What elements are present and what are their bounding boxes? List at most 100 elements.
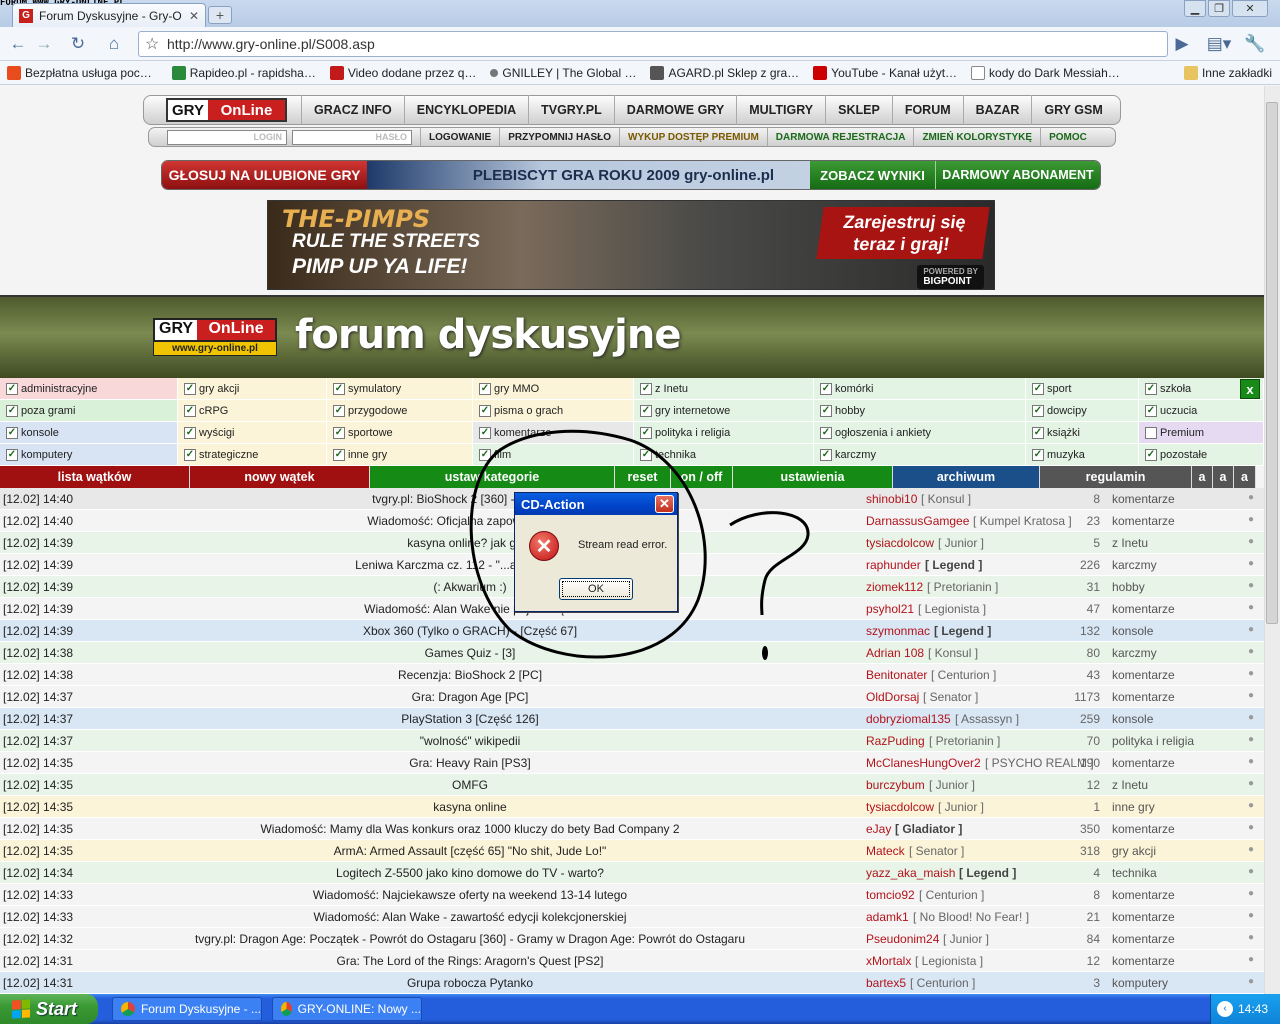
thread-title[interactable]: Wiadomość: Najciekawsze oferty na weeken… [170,888,770,902]
thread-title[interactable]: Grupa robocza Pytanko [170,976,770,990]
category-0-3[interactable]: ✓ gry MMO [473,378,634,400]
forum-toolbar-button-6[interactable]: archiwum [893,466,1040,488]
nav-sklep[interactable]: SKLEP [825,95,892,125]
forum-toolbar-button-0[interactable]: lista wątków [0,466,190,488]
thread-row[interactable]: [12.02] 14:35 Gra: Heavy Rain [PS3] McClan… [0,752,1264,774]
category-checkbox[interactable]: ✓ [333,382,345,395]
thread-title[interactable]: Wiadomość: Mamy dla Was konkurs oraz 100… [170,822,770,836]
thread-author[interactable]: Adrian 108 [866,646,924,660]
new-tab-button[interactable]: + [208,6,232,24]
thread-category[interactable]: konsole [1112,712,1153,726]
nav-tvgry[interactable]: TVGRY.PL [528,95,614,125]
thread-row[interactable]: [12.02] 14:33 Wiadomość: Najciekawsze ofe… [0,884,1264,906]
category-checkbox[interactable]: ✓ [184,448,196,461]
category-checkbox[interactable]: ✓ [6,404,18,417]
thread-category[interactable]: technika [1112,866,1157,880]
thread-category[interactable]: komentarze [1112,910,1175,924]
category-checkbox[interactable]: ✓ [6,426,18,439]
category-checkbox[interactable]: ✓ [820,404,832,417]
forum-toolbar-button-7[interactable]: regulamin [1040,466,1192,488]
forum-toolbar-button-9[interactable]: a [1213,466,1234,488]
category-1-4[interactable]: ✓ gry internetowe [634,400,814,422]
dialog-titlebar[interactable]: CD-Action ✕ [515,493,677,515]
thread-category[interactable]: komentarze [1112,954,1175,968]
category-1-2[interactable]: ✓ przygodowe [327,400,473,422]
thread-category[interactable]: z Inetu [1112,778,1148,792]
category-3-1[interactable]: ✓ strategiczne [178,444,327,466]
thread-category[interactable]: karczmy [1112,558,1157,572]
start-button[interactable]: Start [0,994,98,1024]
bookmark-item[interactable]: kody do Dark Messiah… [971,65,1120,80]
forum-toolbar-button-1[interactable]: nowy wątek [190,466,370,488]
category-1-3[interactable]: ✓ pisma o grach [473,400,634,422]
nav-forum[interactable]: FORUM [891,95,963,125]
thread-author[interactable]: Benitonater [866,668,927,682]
thread-category[interactable]: gry akcji [1112,844,1156,858]
thread-category[interactable]: komentarze [1112,690,1175,704]
category-checkbox[interactable]: ✓ [479,382,491,395]
thread-category[interactable]: komputery [1112,976,1168,990]
nav-gry-gsm[interactable]: GRY GSM [1031,95,1114,125]
thread-category[interactable]: z Inetu [1112,536,1148,550]
category-1-1[interactable]: ✓ cRPG [178,400,327,422]
free-subscription-button[interactable]: DARMOWY ABONAMENT [936,161,1100,189]
thread-author[interactable]: tysiacdolcow [866,800,934,814]
password-input[interactable]: HASŁO [292,129,412,145]
thread-row[interactable]: [12.02] 14:37 "wolność" wikipedii RazPudin… [0,730,1264,752]
thread-author[interactable]: yazz_aka_maish [866,866,955,880]
see-results-button[interactable]: ZOBACZ WYNIKI [810,161,936,189]
nav-gracz-info[interactable]: GRACZ INFO [301,95,404,125]
category-2-5[interactable]: ✓ ogłoszenia i ankiety [814,422,1026,444]
thread-category[interactable]: karczmy [1112,646,1157,660]
forum-toolbar-button-8[interactable]: a [1192,466,1213,488]
minimize-button[interactable]: ▁ [1184,0,1206,17]
thread-author[interactable]: tomcio92 [866,888,915,902]
scrollbar-thumb[interactable] [1266,102,1278,624]
category-checkbox[interactable]: ✓ [1032,382,1044,395]
thread-category[interactable]: konsole [1112,624,1153,638]
category-1-0[interactable]: ✓ poza grami [0,400,178,422]
category-3-5[interactable]: ✓ karczmy [814,444,1026,466]
thread-row[interactable]: [12.02] 14:34 Logitech Z-5500 jako kino d… [0,862,1264,884]
thread-title[interactable]: OMFG [170,778,770,792]
other-bookmarks[interactable]: Inne zakładki [1183,65,1272,80]
thread-row[interactable]: [12.02] 14:31 Grupa robocza Pytanko bartex… [0,972,1264,994]
category-2-0[interactable]: ✓ konsole [0,422,178,444]
browser-tab-active[interactable]: G Forum Dyskusyjne - Gry-O… ✕ [12,3,206,27]
category-2-1[interactable]: ✓ wyścigi [178,422,327,444]
category-1-6[interactable]: ✓ dowcipy [1026,400,1139,422]
category-3-6[interactable]: ✓ muzyka [1026,444,1139,466]
thread-category[interactable]: hobby [1112,580,1145,594]
thread-author[interactable]: eJay [866,822,891,836]
nav-encyklopedia[interactable]: ENCYKLOPEDIA [403,95,528,125]
remind-password-link[interactable]: PRZYPOMNIJ HASŁO [499,128,619,146]
thread-author[interactable]: ziomek112 [866,580,923,594]
thread-title[interactable]: "wolność" wikipedii [170,734,770,748]
vote-button[interactable]: GŁOSUJ NA ULUBIONE GRY [162,161,367,189]
category-0-1[interactable]: ✓ gry akcji [178,378,327,400]
thread-author[interactable]: RazPuding [866,734,925,748]
thread-category[interactable]: komentarze [1112,602,1175,616]
thread-title[interactable]: Gra: The Lord of the Rings: Aragorn's Qu… [170,954,770,968]
bookmark-item[interactable]: Rapideo.pl - rapidsha… [171,65,316,80]
thread-row[interactable]: [12.02] 14:35 OMFG burczybum [ Junior ] 12 z … [0,774,1264,796]
close-categories-button[interactable]: x [1240,379,1260,399]
thread-title[interactable]: tvgry.pl: Dragon Age: Początek - Powrót … [170,932,770,946]
thread-author[interactable]: raphunder [866,558,921,572]
thread-title[interactable]: Wiadomość: Alan Wake - zawartość edycji … [170,910,770,924]
bookmark-item[interactable]: Bezpłatna usługa poc… [7,65,152,80]
category-1-7[interactable]: ✓ uczucia [1139,400,1264,422]
thread-author[interactable]: adamk1 [866,910,909,924]
thread-title[interactable]: ArmA: Armed Assault [część 65] "No shit,… [170,844,770,858]
thread-category[interactable]: inne gry [1112,800,1155,814]
site-logo[interactable]: GRY OnLine [166,98,287,122]
login-input[interactable]: LOGIN [167,129,287,145]
category-checkbox[interactable]: ✓ [6,382,18,395]
category-checkbox[interactable]: ✓ [1145,382,1157,395]
thread-author[interactable]: shinobi10 [866,492,917,506]
category-2-7[interactable]: Premium [1139,422,1264,444]
help-link[interactable]: POMOC [1040,128,1095,146]
thread-title[interactable]: Logitech Z-5500 jako kino domowe do TV -… [170,866,770,880]
thread-author[interactable]: OldDorsaj [866,690,919,704]
thread-category[interactable]: komentarze [1112,822,1175,836]
